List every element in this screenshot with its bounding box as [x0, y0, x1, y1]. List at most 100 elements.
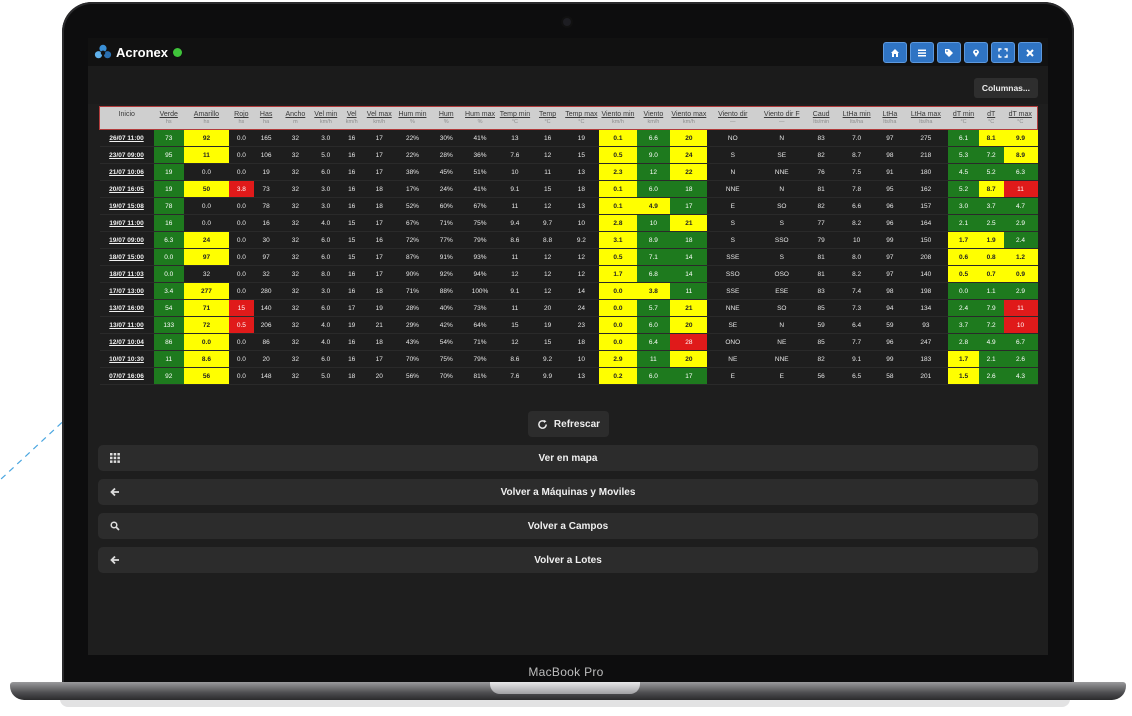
- location-button[interactable]: [964, 42, 988, 63]
- column-header[interactable]: Hum min%: [394, 106, 431, 130]
- row-date-link[interactable]: 10/07 10:30: [99, 350, 154, 368]
- column-header[interactable]: Temp max °C: [563, 106, 600, 130]
- table-cell: 16: [339, 129, 365, 147]
- table-row: 19/07 11:00 16 0.0 0.0 16 32 4.0 15 17 67% 71% 75% 9…: [99, 214, 1038, 232]
- table-row: 13/07 11:00 133 72 0.5 206 32 4.0 19 21 29% 42% 64%…: [99, 316, 1038, 334]
- table-cell: 9.1: [498, 282, 532, 300]
- brand-logo[interactable]: Acronex: [94, 43, 183, 61]
- column-header[interactable]: LtHa lts/ha: [876, 106, 904, 130]
- row-date-link[interactable]: 07/07 16:06: [99, 367, 154, 385]
- column-header[interactable]: Inicio: [99, 106, 154, 130]
- data-table-container: Inicio Verde hs Amarillo hs Rojo hs Has ha Ancho m…: [99, 106, 1038, 385]
- column-header[interactable]: LtHa max lts/ha: [903, 106, 949, 130]
- table-cell: 30%: [430, 129, 462, 147]
- menu-icon: [918, 49, 926, 56]
- table-cell: 16: [339, 265, 365, 283]
- column-header-unit: —: [779, 119, 785, 125]
- column-header[interactable]: Viento km/h: [636, 106, 671, 130]
- columns-button[interactable]: Columnas...: [973, 78, 1038, 98]
- table-cell: 79%: [462, 231, 499, 249]
- table-cell: 77: [805, 214, 837, 232]
- home-button[interactable]: [883, 42, 907, 63]
- table-cell: 3.0: [312, 180, 340, 198]
- column-header[interactable]: Has ha: [253, 106, 279, 130]
- table-cell: 13: [498, 129, 532, 147]
- table-cell: 12: [498, 265, 532, 283]
- table-cell: 4.0: [312, 214, 340, 232]
- table-cell: 17: [364, 146, 395, 164]
- column-header[interactable]: Viento min km/h: [599, 106, 637, 130]
- table-cell: N: [758, 316, 806, 334]
- table-cell: 0.0: [183, 163, 229, 181]
- table-cell: 32: [278, 350, 313, 368]
- table-cell: 14: [670, 265, 708, 283]
- row-date-link[interactable]: 19/07 11:00: [99, 214, 154, 232]
- table-cell: 9.9: [1003, 129, 1038, 147]
- back-to-lots-button[interactable]: Volver a Lotes: [98, 547, 1038, 573]
- row-date-link[interactable]: 21/07 10:06: [99, 163, 154, 181]
- column-header[interactable]: Vel min km/h: [312, 106, 340, 130]
- table-cell: 0.0: [228, 265, 254, 283]
- column-header[interactable]: Vel km/h: [339, 106, 365, 130]
- table-cell: 32: [183, 265, 229, 283]
- table-cell: 2.3: [599, 163, 637, 181]
- column-header-label: Hum: [438, 111, 454, 118]
- table-cell: 4.0: [312, 316, 340, 334]
- table-cell: 4.0: [312, 333, 340, 351]
- column-header[interactable]: Caud lts/min: [805, 106, 837, 130]
- row-date-link[interactable]: 19/07 09:00: [99, 231, 154, 249]
- table-cell: 51%: [462, 163, 499, 181]
- column-header[interactable]: Vel max km/h: [364, 106, 395, 130]
- tag-button[interactable]: [937, 42, 961, 63]
- row-date-link[interactable]: 13/07 16:00: [99, 299, 154, 317]
- table-cell: 15: [531, 180, 564, 198]
- column-header[interactable]: dT max °C: [1003, 106, 1038, 130]
- row-date-link[interactable]: 18/07 11:03: [99, 265, 154, 283]
- column-header[interactable]: Temp min °C: [498, 106, 532, 130]
- row-date-link[interactable]: 17/07 13:00: [99, 282, 154, 300]
- table-cell: 36%: [462, 146, 499, 164]
- row-date-link[interactable]: 20/07 16:05: [99, 180, 154, 198]
- column-header-label: Vel max: [366, 111, 392, 118]
- column-header[interactable]: Temp °C: [531, 106, 564, 130]
- menu-button[interactable]: [910, 42, 934, 63]
- row-date-link[interactable]: 19/07 15:08: [99, 197, 154, 215]
- table-cell: 9.7: [531, 214, 564, 232]
- column-header[interactable]: LtHa min lts/ha: [836, 106, 877, 130]
- table-cell: 24: [670, 146, 708, 164]
- column-header[interactable]: Viento dir —: [707, 106, 759, 130]
- table-row: 21/07 10:06 19 0.0 0.0 19 32 6.0 16 17 38% 45% 51% 1…: [99, 163, 1038, 181]
- column-header[interactable]: dT °C: [978, 106, 1004, 130]
- column-header[interactable]: Verde hs: [153, 106, 184, 130]
- table-cell: S: [758, 248, 806, 266]
- row-date-link[interactable]: 18/07 15:00: [99, 248, 154, 266]
- table-cell: 134: [903, 299, 949, 317]
- close-button[interactable]: [1018, 42, 1042, 63]
- column-header[interactable]: Ancho m: [278, 106, 313, 130]
- column-header[interactable]: dT min °C: [948, 106, 979, 130]
- back-to-fields-button[interactable]: Volver a Campos: [98, 513, 1038, 539]
- column-header[interactable]: Hum max%: [462, 106, 499, 130]
- row-date-link[interactable]: 23/07 09:00: [99, 146, 154, 164]
- table-cell: 16: [339, 197, 365, 215]
- back-to-machines-button[interactable]: Volver a Máquinas y Moviles: [98, 479, 1038, 505]
- column-header-unit: km/h: [373, 119, 386, 125]
- column-header[interactable]: Viento max km/h: [670, 106, 708, 130]
- view-map-button[interactable]: Ver en mapa: [98, 445, 1038, 471]
- column-header[interactable]: Rojo hs: [228, 106, 254, 130]
- online-status-icon: [173, 47, 183, 57]
- refresh-button[interactable]: Refrescar: [528, 411, 609, 437]
- row-date-link[interactable]: 12/07 10:04: [99, 333, 154, 351]
- table-cell: 19: [364, 299, 395, 317]
- column-header[interactable]: Hum%: [430, 106, 462, 130]
- applications-table: Inicio Verde hs Amarillo hs Rojo hs Has ha Ancho m…: [99, 106, 1038, 385]
- table-cell: 0.1: [599, 180, 637, 198]
- row-date-link[interactable]: 26/07 11:00: [99, 129, 154, 147]
- column-header[interactable]: Amarillo hs: [183, 106, 229, 130]
- fullscreen-button[interactable]: [991, 42, 1015, 63]
- table-cell: 12: [498, 333, 532, 351]
- table-cell: 0.0: [228, 282, 254, 300]
- row-date-link[interactable]: 13/07 11:00: [99, 316, 154, 334]
- fullscreen-icon: [998, 47, 1008, 58]
- column-header[interactable]: Viento dir F —: [758, 106, 806, 130]
